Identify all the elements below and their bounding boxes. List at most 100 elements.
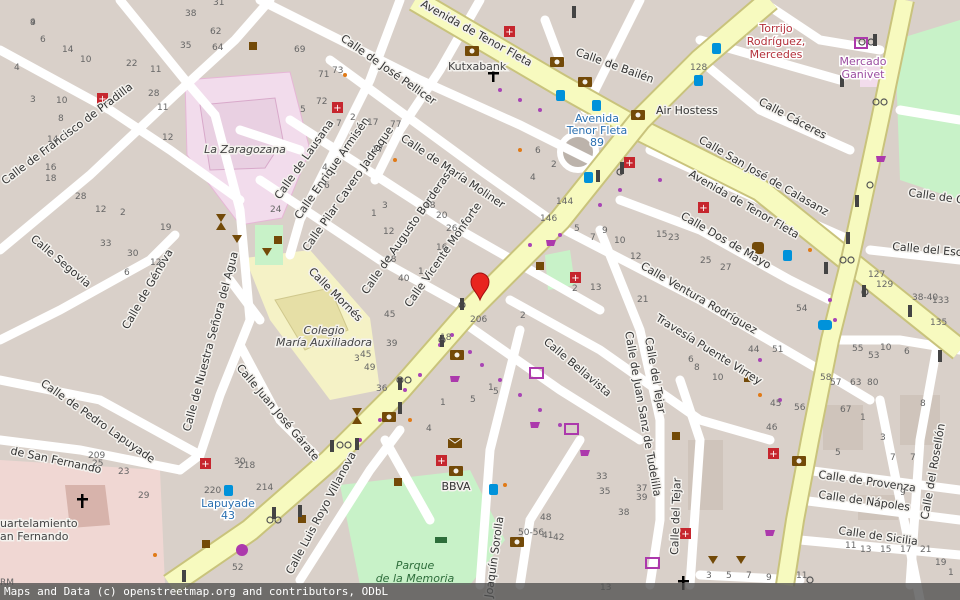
house-number: 128 [690, 63, 707, 73]
house-number: 6 [124, 268, 130, 278]
house-number: 18 [45, 174, 57, 184]
house-number: 9 [30, 18, 36, 28]
house-number: 19 [160, 223, 172, 233]
bank-icon[interactable] [382, 412, 396, 422]
house-number: 40 [398, 274, 410, 284]
house-number: 3 [706, 571, 712, 581]
house-number: 45 [384, 310, 395, 320]
house-number: 26 [446, 224, 458, 234]
colegio-label-2: María Auxiliadora [276, 336, 372, 349]
bus-stop-icon[interactable] [783, 250, 792, 261]
torrijo-label-3: Mercedes [750, 48, 803, 61]
house-number: 3 [880, 433, 886, 443]
bank-icon[interactable] [631, 110, 645, 120]
house-number: 2 [551, 160, 557, 170]
pharmacy-icon[interactable]: + [768, 448, 779, 460]
attribution-bar: Maps and Data (c) openstreetmap.org and … [0, 583, 960, 600]
house-number: 7 [746, 571, 752, 581]
bus-stop-icon[interactable] [694, 75, 703, 86]
house-number: 9 [602, 226, 608, 236]
bus-stop-icon[interactable] [712, 43, 721, 54]
house-number: 52 [232, 563, 243, 573]
house-number: 56 [794, 403, 806, 413]
house-number: 1 [860, 413, 866, 423]
pharmacy-icon[interactable]: + [200, 458, 211, 470]
parque-label-1: Parque [396, 559, 435, 572]
house-number: 48 [540, 513, 552, 523]
map-canvas[interactable]: + + + + + + + + + + Calle de José Pellic… [0, 0, 960, 600]
torrijo-label-2: Rodríguez, [747, 35, 805, 48]
house-number: 18 [440, 333, 452, 343]
pharmacy-icon[interactable]: + [570, 272, 581, 284]
house-number: 19 [935, 558, 947, 568]
house-number: 4 [14, 63, 20, 73]
house-number: 4 [426, 424, 432, 434]
house-number: 21 [920, 545, 931, 555]
svg-text:+: + [333, 103, 341, 114]
house-number: 42 [553, 533, 564, 543]
house-number: 6 [324, 181, 330, 191]
house-number: 53 [868, 351, 879, 361]
house-number: 10 [614, 236, 626, 246]
house-number: 14 [47, 135, 59, 145]
bank-icon[interactable] [449, 466, 463, 476]
house-number: 135 [930, 318, 947, 328]
house-number: 62 [210, 27, 221, 37]
house-number: 39 [636, 493, 648, 503]
parking-icon[interactable] [818, 320, 832, 330]
bank-icon[interactable] [792, 456, 806, 466]
house-number: 11 [150, 65, 161, 75]
house-number: 38 [618, 508, 630, 518]
house-number: 29 [138, 491, 150, 501]
house-number: 64 [212, 43, 224, 53]
marketplace-icon[interactable] [236, 544, 248, 556]
house-number: 23 [118, 467, 129, 477]
house-number: 10 [56, 96, 68, 106]
house-number: 8 [694, 363, 700, 373]
pharmacy-icon[interactable]: + [332, 102, 343, 114]
bank-icon[interactable] [450, 350, 464, 360]
house-number: 54 [796, 304, 808, 314]
house-number: 77 [390, 120, 401, 130]
house-number: 206 [470, 315, 487, 325]
pharmacy-icon[interactable]: + [436, 455, 447, 467]
house-number: 63 [850, 378, 861, 388]
house-number: 1 [948, 568, 954, 578]
pharmacy-icon[interactable]: + [504, 26, 515, 38]
svg-text:+: + [571, 273, 579, 284]
house-number: 5 [470, 395, 476, 405]
house-number: 9 [766, 573, 772, 583]
bus-stop-icon[interactable] [224, 485, 233, 496]
house-number: 12 [95, 205, 106, 215]
house-number: 17 [372, 145, 383, 155]
bbva-label: BBVA [441, 480, 471, 493]
bus-stop-icon[interactable] [489, 484, 498, 495]
house-number: 11 [796, 571, 807, 581]
svg-text:+: + [201, 459, 209, 470]
house-number: 39 [386, 339, 398, 349]
svg-text:+: + [505, 27, 513, 38]
house-number: 9 [900, 488, 906, 498]
house-number: 28 [75, 192, 87, 202]
bus-stop-icon[interactable] [584, 172, 593, 183]
house-number: 3 [354, 354, 360, 364]
post-office-icon[interactable] [447, 437, 463, 448]
house-number: 80 [867, 378, 879, 388]
bus-stop-icon[interactable] [592, 100, 601, 111]
bus-stop-icon[interactable] [556, 90, 565, 101]
house-number: 146 [540, 214, 557, 224]
bank-icon[interactable] [510, 537, 524, 547]
house-number: 16 [45, 163, 57, 173]
pharmacy-icon[interactable]: + [698, 202, 709, 214]
house-number: 14 [62, 45, 74, 55]
bank-icon[interactable] [465, 46, 479, 56]
house-number: 38 [185, 9, 197, 19]
house-number: 218 [238, 461, 255, 471]
house-number: 67 [840, 405, 851, 415]
house-number: 129 [876, 280, 893, 290]
bank-icon[interactable] [578, 77, 592, 87]
bank-icon[interactable] [550, 57, 564, 67]
pharmacy-icon[interactable]: + [624, 157, 635, 169]
house-number: 28 [148, 89, 160, 99]
house-number: 27 [720, 263, 731, 273]
